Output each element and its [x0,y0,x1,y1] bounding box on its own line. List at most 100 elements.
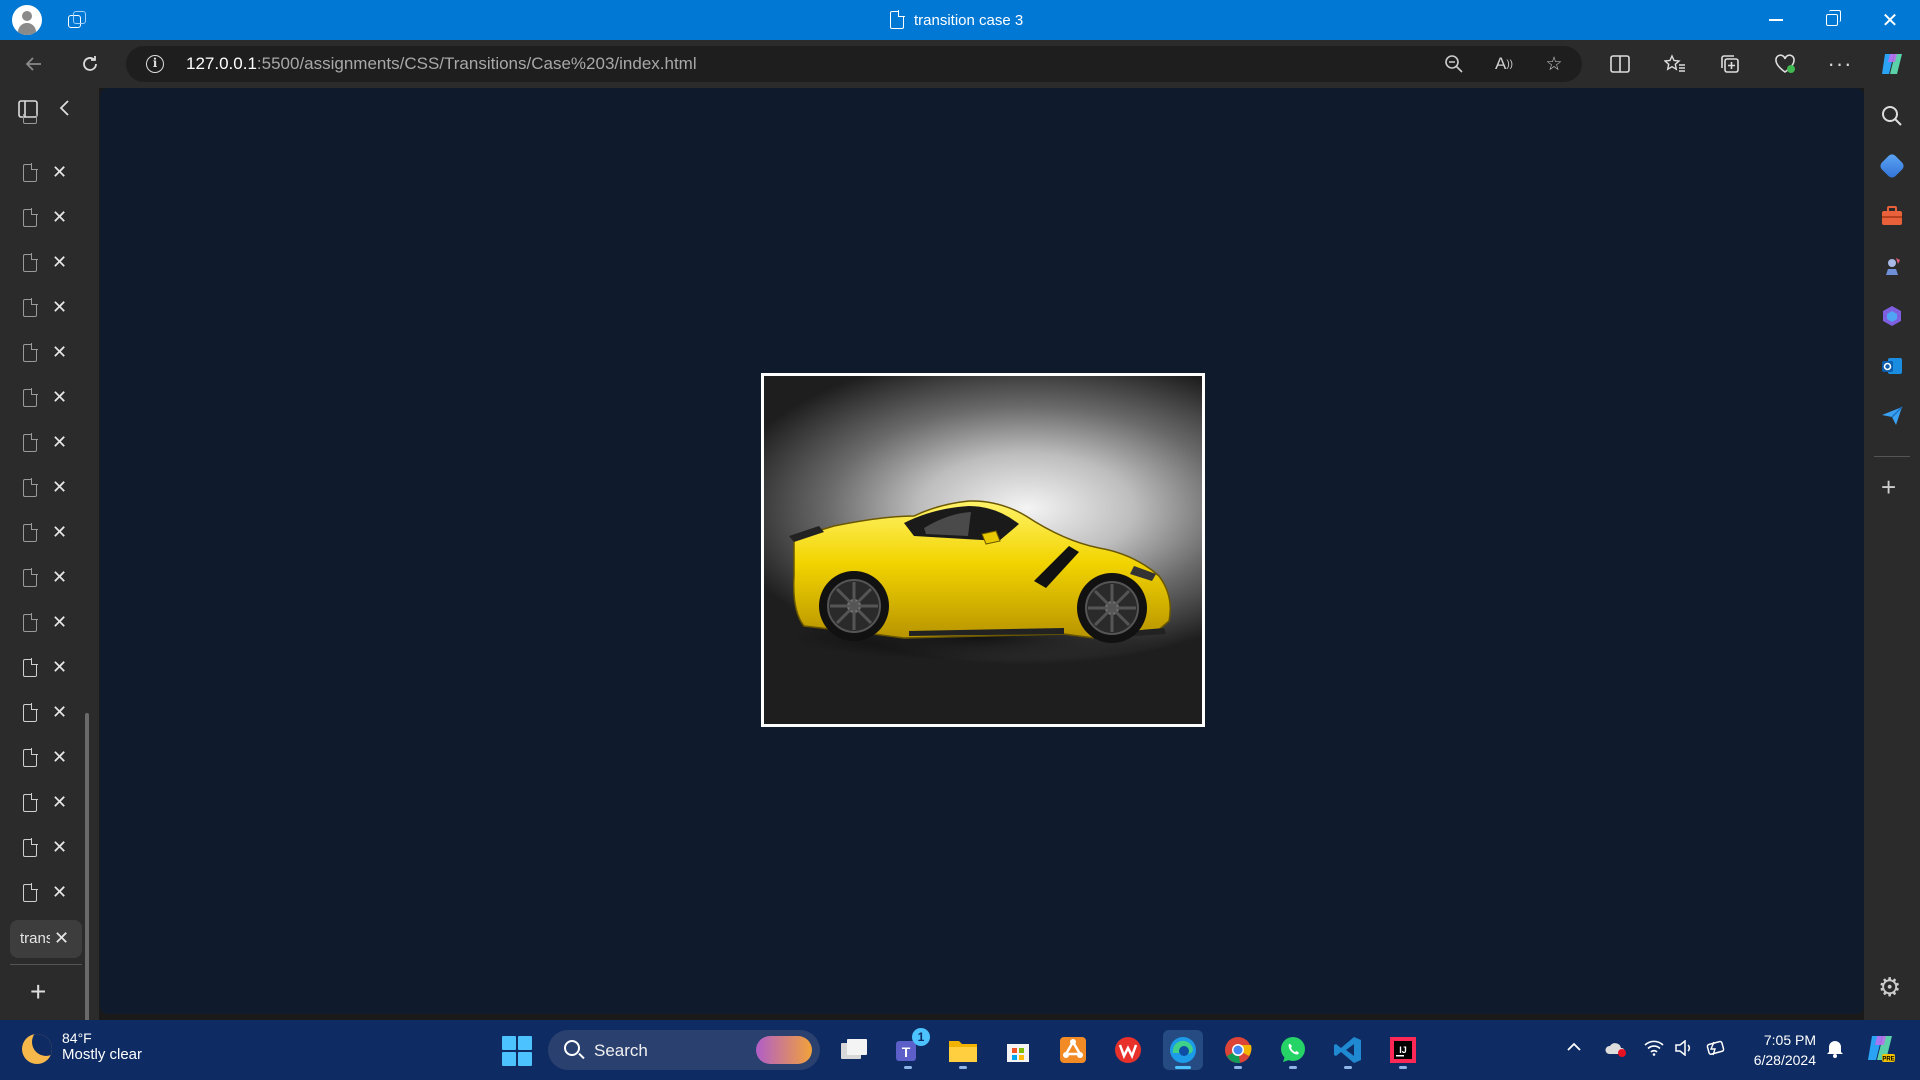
active-tab-label: transition case 3 [20,930,50,947]
games-chess-icon[interactable] [1880,254,1904,278]
notifications-bell-icon[interactable] [1826,1038,1844,1063]
profile-avatar-icon[interactable] [12,5,42,35]
close-tab-icon[interactable]: ✕ [52,567,67,588]
close-window-button[interactable]: ✕ [1862,0,1918,40]
outlook-icon[interactable] [1880,354,1904,378]
whatsapp-icon[interactable] [1273,1030,1313,1070]
close-tab-icon[interactable]: ✕ [52,387,67,408]
close-tab-icon[interactable]: ✕ [52,657,67,678]
page-icon [23,388,38,407]
collections-icon[interactable] [1714,48,1746,80]
tab-item[interactable]: ✕ [0,829,82,869]
clock-time: 7:05 PM [1763,1032,1816,1048]
bamboo-app-icon[interactable] [1053,1030,1093,1070]
tab-item[interactable]: ✕ [0,874,82,914]
close-tab-icon[interactable]: ✕ [52,432,67,453]
tab-item[interactable]: ✕ [0,154,82,194]
refresh-button[interactable] [74,48,106,80]
minimize-button[interactable] [1748,0,1804,40]
tabs-scrollbar[interactable] [85,713,89,1046]
show-hidden-icons[interactable] [1566,1040,1582,1058]
close-tab-icon[interactable]: ✕ [52,747,67,768]
tab-item[interactable]: ✕ [0,739,82,779]
site-info-icon[interactable]: i [146,55,164,73]
workspaces-icon[interactable] [66,10,88,30]
close-tab-icon[interactable]: ✕ [54,928,69,949]
close-tab-icon[interactable]: ✕ [52,342,67,363]
chrome-icon[interactable] [1218,1030,1258,1070]
tab-item[interactable]: ✕ [0,199,82,239]
divider [1874,456,1910,457]
car-image[interactable] [761,373,1205,727]
close-tab-icon[interactable]: ✕ [52,612,67,633]
url-text[interactable]: 127.0.0.1:5500/assignments/CSS/Transitio… [186,54,697,74]
tab-item[interactable]: ✕ [0,604,82,644]
divider [10,964,82,965]
zoom-out-icon[interactable] [1440,50,1468,78]
tab-item[interactable]: ✕ [0,334,82,374]
wps-office-icon[interactable] [1108,1030,1148,1070]
favorites-icon[interactable] [1659,48,1691,80]
favorite-star-icon[interactable]: ☆ [1540,50,1568,78]
new-tab-button[interactable]: + [30,976,46,1008]
system-clock[interactable]: 7:05 PM 6/28/2024 [1746,1030,1816,1070]
active-tab[interactable]: transition case 3 ✕ [10,920,82,958]
tools-briefcase-icon[interactable] [1880,204,1904,228]
microsoft-store-icon[interactable] [998,1030,1038,1070]
close-tab-icon[interactable]: ✕ [52,297,67,318]
search-icon[interactable] [1880,104,1904,128]
close-tab-icon[interactable]: ✕ [52,837,67,858]
taskbar-search[interactable]: Search [548,1030,820,1070]
weather-widget[interactable]: 84°F Mostly clear [22,1030,142,1064]
back-button[interactable] [18,48,50,80]
tab-item[interactable]: ✕ [0,559,82,599]
intellij-idea-icon[interactable]: IJ [1383,1030,1423,1070]
page-icon [890,10,905,29]
page-icon [23,658,38,677]
address-bar[interactable]: i 127.0.0.1:5500/assignments/CSS/Transit… [126,46,1582,82]
start-button[interactable] [502,1036,532,1066]
battery-icon[interactable] [1705,1040,1727,1061]
tab-item[interactable]: ✕ [0,289,82,329]
copilot-icon[interactable] [1876,48,1908,80]
task-view-icon[interactable] [834,1030,874,1070]
tab-item[interactable]: ✕ [0,694,82,734]
teams-icon[interactable]: T 1 [888,1028,930,1070]
tab-item[interactable]: ✕ [0,649,82,689]
copilot-sidebar-icon[interactable] [1880,304,1904,328]
split-screen-icon[interactable] [1604,48,1636,80]
add-sidebar-app-icon[interactable]: + [1881,472,1896,503]
tab-item[interactable]: ✕ [0,424,82,464]
tab-item[interactable]: ✕ [0,514,82,554]
tab-item[interactable]: ✕ [0,244,82,284]
file-explorer-icon[interactable] [943,1030,983,1070]
send-drop-icon[interactable] [1880,404,1904,428]
close-tab-icon[interactable]: ✕ [52,162,67,183]
tab-item[interactable]: ✕ [0,469,82,509]
close-tab-icon[interactable]: ✕ [52,792,67,813]
tab-item[interactable]: ✕ [0,784,82,824]
volume-icon[interactable] [1674,1039,1694,1061]
read-aloud-icon[interactable]: A)) [1490,50,1518,78]
onedrive-icon[interactable] [1604,1040,1628,1063]
shopping-tag-icon[interactable] [1878,152,1906,180]
tab-item[interactable] [0,114,82,128]
wifi-icon[interactable] [1644,1040,1664,1061]
close-tab-icon[interactable]: ✕ [52,702,67,723]
vscode-icon[interactable] [1328,1030,1368,1070]
restore-button[interactable] [1804,0,1860,40]
close-tab-icon[interactable]: ✕ [52,207,67,228]
close-tab-icon[interactable]: ✕ [52,522,67,543]
clock-date: 6/28/2024 [1753,1052,1816,1068]
more-options-icon[interactable]: ··· [1824,48,1856,80]
copilot-taskbar-icon[interactable]: PRE [1864,1032,1896,1069]
browser-essentials-icon[interactable] [1769,48,1801,80]
tab-item[interactable]: ✕ [0,379,82,419]
edge-browser-icon[interactable] [1163,1030,1203,1070]
close-tab-icon[interactable]: ✕ [52,882,67,903]
page-icon [23,253,38,272]
close-tab-icon[interactable]: ✕ [52,252,67,273]
page-icon [23,523,38,542]
close-tab-icon[interactable]: ✕ [52,477,67,498]
sidebar-settings-icon[interactable]: ⚙ [1878,972,1901,1003]
